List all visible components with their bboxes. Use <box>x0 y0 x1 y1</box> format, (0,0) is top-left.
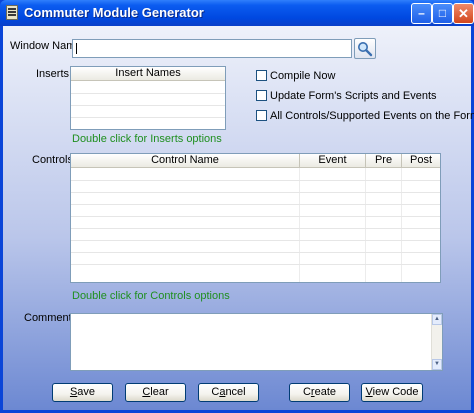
create-button[interactable]: Create <box>289 383 350 402</box>
column-divider <box>401 168 402 282</box>
column-header-pre[interactable]: Pre <box>365 154 401 168</box>
comments-scrollbar[interactable]: ▲ ▼ <box>431 314 442 370</box>
table-row-line <box>71 216 440 217</box>
comments-textarea[interactable]: ▲ ▼ <box>70 313 443 371</box>
inserts-label: Inserts <box>36 68 70 80</box>
table-row-line <box>71 240 440 241</box>
table-row-line <box>71 192 440 193</box>
controls-table[interactable]: Control Name Event Pre Post <box>70 153 441 283</box>
button-accelerator: V <box>365 386 373 398</box>
inserts-hint: Double click for Inserts options <box>72 133 222 145</box>
button-label: eate <box>314 386 337 398</box>
app-window: Commuter Module Generator – □ ✕ Window N… <box>0 0 474 413</box>
app-icon[interactable] <box>6 5 18 20</box>
magnifier-icon <box>358 42 373 57</box>
column-header-control-name[interactable]: Control Name <box>71 154 299 168</box>
minimize-button[interactable]: – <box>411 3 432 24</box>
button-label: C <box>302 386 311 398</box>
close-button[interactable]: ✕ <box>453 3 474 24</box>
inserts-row-line <box>71 105 225 106</box>
checkbox-box <box>256 110 267 121</box>
table-row-line <box>71 180 440 181</box>
checkbox-label: Update Form's Scripts and Events <box>270 90 437 102</box>
text-caret <box>76 43 77 54</box>
view-code-button[interactable]: View Code <box>361 383 423 402</box>
search-button[interactable] <box>354 38 376 59</box>
title-bar[interactable]: Commuter Module Generator – □ ✕ <box>0 0 474 26</box>
table-row-line <box>71 228 440 229</box>
maximize-button[interactable]: □ <box>432 3 453 24</box>
checkbox-label: All Controls/Supported Events on the For… <box>270 110 474 122</box>
scroll-down-arrow-icon[interactable]: ▼ <box>432 359 442 370</box>
button-label: ave <box>77 386 96 398</box>
inserts-row-line <box>71 117 225 118</box>
table-row-line <box>71 204 440 205</box>
checkbox-box <box>256 90 267 101</box>
button-label: ncel <box>225 386 246 398</box>
column-divider <box>299 168 300 282</box>
checkbox-box <box>256 70 267 81</box>
window-name-input[interactable] <box>72 39 352 58</box>
clear-button[interactable]: Clear <box>125 383 186 402</box>
table-row-line <box>71 264 440 265</box>
button-label: lear <box>150 386 169 398</box>
table-row-line <box>71 252 440 253</box>
inserts-list[interactable]: Insert Names <box>70 66 226 130</box>
button-label: iew Code <box>372 386 419 398</box>
checkbox-label: Compile Now <box>270 70 336 82</box>
save-button[interactable]: Save <box>52 383 113 402</box>
all-controls-checkbox[interactable]: All Controls/Supported Events on the For… <box>256 110 474 122</box>
window-title: Commuter Module Generator <box>24 5 204 20</box>
column-header-post[interactable]: Post <box>401 154 440 168</box>
client-area: Window Name Inserts Insert Names Double … <box>3 26 474 410</box>
update-scripts-checkbox[interactable]: Update Form's Scripts and Events <box>256 90 437 102</box>
scroll-up-arrow-icon[interactable]: ▲ <box>432 314 442 325</box>
cancel-button[interactable]: Cancel <box>198 383 259 402</box>
column-header-event[interactable]: Event <box>299 154 365 168</box>
column-divider <box>365 168 366 282</box>
inserts-header[interactable]: Insert Names <box>71 67 225 81</box>
inserts-row-line <box>71 93 225 94</box>
controls-hint: Double click for Controls options <box>72 290 230 302</box>
compile-now-checkbox[interactable]: Compile Now <box>256 70 335 82</box>
window-name-label: Window Name <box>10 40 82 52</box>
controls-label: Controls <box>32 154 73 166</box>
